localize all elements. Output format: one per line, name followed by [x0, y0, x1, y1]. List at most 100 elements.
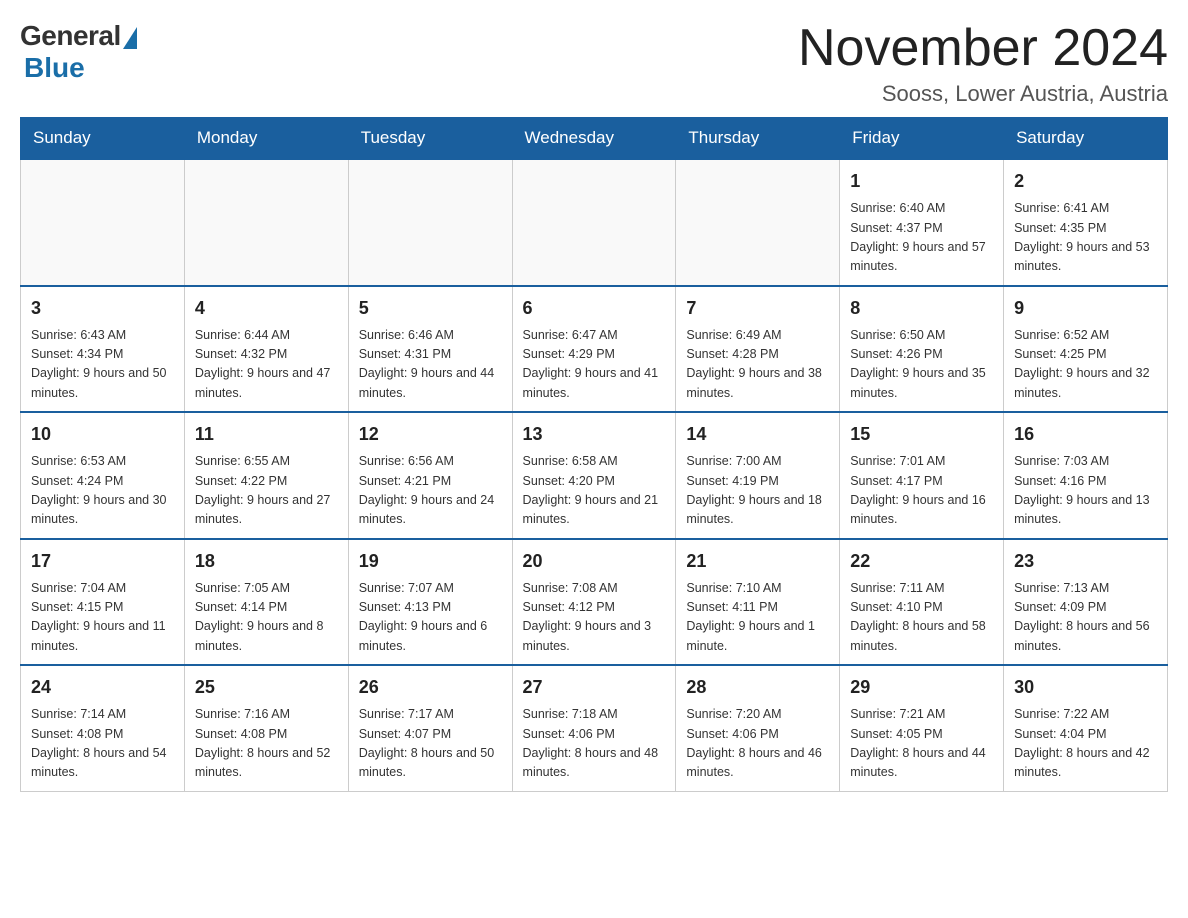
calendar-cell: 16Sunrise: 7:03 AMSunset: 4:16 PMDayligh…: [1004, 412, 1168, 539]
calendar-cell: 1 Sunrise: 6:40 AMSunset: 4:37 PMDaylight…: [840, 159, 1004, 286]
calendar-cell: [512, 159, 676, 286]
day-info: Sunrise: 7:22 AMSunset: 4:04 PMDaylight:…: [1014, 705, 1157, 783]
calendar-cell: 4 Sunrise: 6:44 AMSunset: 4:32 PMDaylight…: [184, 286, 348, 413]
location-text: Sooss, Lower Austria, Austria: [798, 81, 1168, 107]
day-info: Sunrise: 7:20 AMSunset: 4:06 PMDaylight:…: [686, 705, 829, 783]
calendar-week-5: 24 Sunrise: 7:14 AMSunset: 4:08 PMDayligh…: [21, 665, 1168, 791]
page-header: General Blue November 2024 Sooss, Lower …: [20, 20, 1168, 107]
title-section: November 2024 Sooss, Lower Austria, Aust…: [798, 20, 1168, 107]
day-number: 22: [850, 548, 993, 575]
day-info: Sunrise: 6:44 AMSunset: 4:32 PMDaylight:…: [195, 326, 338, 404]
month-title: November 2024: [798, 20, 1168, 77]
day-info: Sunrise: 7:14 AMSunset: 4:08 PMDaylight:…: [31, 705, 174, 783]
calendar-cell: 10 Sunrise: 6:53 AMSunset: 4:24 PMDayligh…: [21, 412, 185, 539]
day-number: 13: [523, 421, 666, 448]
calendar-cell: 20Sunrise: 7:08 AMSunset: 4:12 PMDayligh…: [512, 539, 676, 666]
day-info: Sunrise: 6:56 AMSunset: 4:21 PMDaylight:…: [359, 452, 502, 530]
calendar-cell: 28 Sunrise: 7:20 AMSunset: 4:06 PMDayligh…: [676, 665, 840, 791]
weekday-header-saturday: Saturday: [1004, 118, 1168, 160]
day-info: Sunrise: 6:50 AMSunset: 4:26 PMDaylight:…: [850, 326, 993, 404]
day-number: 7: [686, 295, 829, 322]
calendar-cell: 2Sunrise: 6:41 AMSunset: 4:35 PMDaylight…: [1004, 159, 1168, 286]
calendar-table: SundayMondayTuesdayWednesdayThursdayFrid…: [20, 117, 1168, 792]
day-number: 23: [1014, 548, 1157, 575]
day-number: 11: [195, 421, 338, 448]
calendar-cell: 14 Sunrise: 7:00 AMSunset: 4:19 PMDayligh…: [676, 412, 840, 539]
weekday-header-wednesday: Wednesday: [512, 118, 676, 160]
day-number: 5: [359, 295, 502, 322]
day-number: 3: [31, 295, 174, 322]
day-info: Sunrise: 6:49 AMSunset: 4:28 PMDaylight:…: [686, 326, 829, 404]
day-info: Sunrise: 6:52 AMSunset: 4:25 PMDaylight:…: [1014, 326, 1157, 404]
calendar-header-row: SundayMondayTuesdayWednesdayThursdayFrid…: [21, 118, 1168, 160]
day-info: Sunrise: 6:53 AMSunset: 4:24 PMDaylight:…: [31, 452, 174, 530]
calendar-cell: 29 Sunrise: 7:21 AMSunset: 4:05 PMDayligh…: [840, 665, 1004, 791]
day-number: 25: [195, 674, 338, 701]
calendar-cell: 12 Sunrise: 6:56 AMSunset: 4:21 PMDayligh…: [348, 412, 512, 539]
weekday-header-tuesday: Tuesday: [348, 118, 512, 160]
day-number: 6: [523, 295, 666, 322]
calendar-cell: [676, 159, 840, 286]
day-info: Sunrise: 7:10 AMSunset: 4:11 PMDaylight:…: [686, 579, 829, 657]
day-number: 29: [850, 674, 993, 701]
logo-triangle-icon: [123, 27, 137, 49]
calendar-cell: 3 Sunrise: 6:43 AMSunset: 4:34 PMDaylight…: [21, 286, 185, 413]
day-info: Sunrise: 7:03 AMSunset: 4:16 PMDaylight:…: [1014, 452, 1157, 530]
calendar-cell: 27 Sunrise: 7:18 AMSunset: 4:06 PMDayligh…: [512, 665, 676, 791]
calendar-cell: [184, 159, 348, 286]
weekday-header-thursday: Thursday: [676, 118, 840, 160]
logo: General Blue: [20, 20, 137, 84]
day-number: 10: [31, 421, 174, 448]
day-number: 14: [686, 421, 829, 448]
day-number: 21: [686, 548, 829, 575]
day-info: Sunrise: 7:00 AMSunset: 4:19 PMDaylight:…: [686, 452, 829, 530]
calendar-cell: 22Sunrise: 7:11 AMSunset: 4:10 PMDayligh…: [840, 539, 1004, 666]
day-info: Sunrise: 7:04 AMSunset: 4:15 PMDaylight:…: [31, 579, 174, 657]
calendar-cell: 17 Sunrise: 7:04 AMSunset: 4:15 PMDayligh…: [21, 539, 185, 666]
weekday-header-sunday: Sunday: [21, 118, 185, 160]
day-number: 4: [195, 295, 338, 322]
day-info: Sunrise: 6:47 AMSunset: 4:29 PMDaylight:…: [523, 326, 666, 404]
day-number: 2: [1014, 168, 1157, 195]
day-number: 15: [850, 421, 993, 448]
day-number: 9: [1014, 295, 1157, 322]
calendar-cell: [348, 159, 512, 286]
calendar-cell: 6 Sunrise: 6:47 AMSunset: 4:29 PMDaylight…: [512, 286, 676, 413]
calendar-cell: 19Sunrise: 7:07 AMSunset: 4:13 PMDayligh…: [348, 539, 512, 666]
day-number: 30: [1014, 674, 1157, 701]
calendar-cell: 24 Sunrise: 7:14 AMSunset: 4:08 PMDayligh…: [21, 665, 185, 791]
calendar-cell: 26Sunrise: 7:17 AMSunset: 4:07 PMDayligh…: [348, 665, 512, 791]
day-info: Sunrise: 7:16 AMSunset: 4:08 PMDaylight:…: [195, 705, 338, 783]
logo-blue-text: Blue: [24, 52, 85, 84]
calendar-cell: 30 Sunrise: 7:22 AMSunset: 4:04 PMDayligh…: [1004, 665, 1168, 791]
day-number: 1: [850, 168, 993, 195]
day-number: 19: [359, 548, 502, 575]
calendar-cell: [21, 159, 185, 286]
day-info: Sunrise: 6:40 AMSunset: 4:37 PMDaylight:…: [850, 199, 993, 277]
day-info: Sunrise: 7:17 AMSunset: 4:07 PMDaylight:…: [359, 705, 502, 783]
calendar-week-3: 10 Sunrise: 6:53 AMSunset: 4:24 PMDayligh…: [21, 412, 1168, 539]
calendar-cell: 25 Sunrise: 7:16 AMSunset: 4:08 PMDayligh…: [184, 665, 348, 791]
day-info: Sunrise: 7:21 AMSunset: 4:05 PMDaylight:…: [850, 705, 993, 783]
calendar-cell: 13 Sunrise: 6:58 AMSunset: 4:20 PMDayligh…: [512, 412, 676, 539]
day-number: 27: [523, 674, 666, 701]
calendar-cell: 18 Sunrise: 7:05 AMSunset: 4:14 PMDayligh…: [184, 539, 348, 666]
calendar-cell: 11 Sunrise: 6:55 AMSunset: 4:22 PMDayligh…: [184, 412, 348, 539]
day-number: 28: [686, 674, 829, 701]
logo-general-text: General: [20, 20, 121, 52]
day-info: Sunrise: 6:58 AMSunset: 4:20 PMDaylight:…: [523, 452, 666, 530]
day-number: 17: [31, 548, 174, 575]
day-info: Sunrise: 7:18 AMSunset: 4:06 PMDaylight:…: [523, 705, 666, 783]
day-info: Sunrise: 7:05 AMSunset: 4:14 PMDaylight:…: [195, 579, 338, 657]
day-number: 18: [195, 548, 338, 575]
calendar-cell: 8Sunrise: 6:50 AMSunset: 4:26 PMDaylight…: [840, 286, 1004, 413]
day-info: Sunrise: 6:55 AMSunset: 4:22 PMDaylight:…: [195, 452, 338, 530]
day-info: Sunrise: 6:43 AMSunset: 4:34 PMDaylight:…: [31, 326, 174, 404]
calendar-cell: 9 Sunrise: 6:52 AMSunset: 4:25 PMDaylight…: [1004, 286, 1168, 413]
day-number: 12: [359, 421, 502, 448]
calendar-cell: 15Sunrise: 7:01 AMSunset: 4:17 PMDayligh…: [840, 412, 1004, 539]
calendar-cell: 23Sunrise: 7:13 AMSunset: 4:09 PMDayligh…: [1004, 539, 1168, 666]
day-number: 24: [31, 674, 174, 701]
calendar-cell: 5Sunrise: 6:46 AMSunset: 4:31 PMDaylight…: [348, 286, 512, 413]
calendar-week-2: 3 Sunrise: 6:43 AMSunset: 4:34 PMDaylight…: [21, 286, 1168, 413]
